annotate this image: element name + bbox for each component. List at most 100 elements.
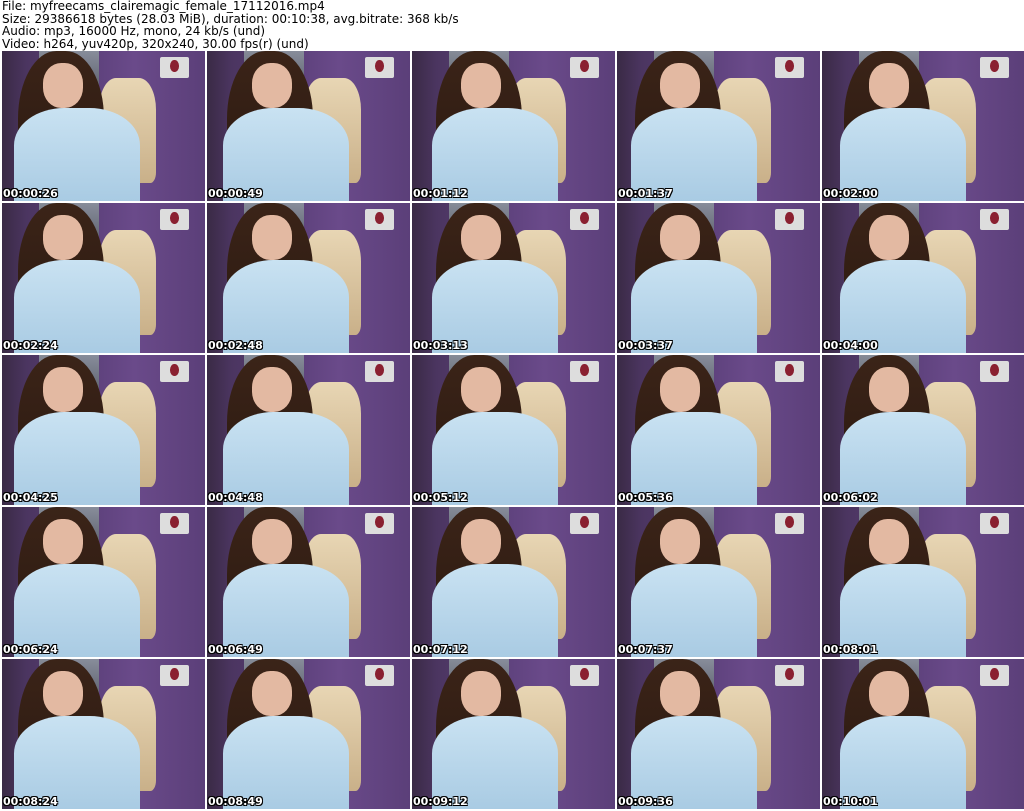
timestamp: 00:02:00 xyxy=(823,187,878,200)
timestamp: 00:05:36 xyxy=(618,491,673,504)
shelf-flower xyxy=(160,361,189,382)
person-face xyxy=(251,519,293,564)
video-frame-thumbnail: 00:01:37 xyxy=(617,51,820,201)
timestamp: 00:04:00 xyxy=(823,339,878,352)
video-frame-thumbnail: 00:08:49 xyxy=(207,659,410,809)
shelf-flower xyxy=(570,361,599,382)
audio-info: Audio: mp3, 16000 Hz, mono, 24 kb/s (und… xyxy=(2,24,266,38)
person-face xyxy=(42,63,84,108)
person-face xyxy=(251,367,293,412)
video-info: Video: h264, yuv420p, 320x240, 30.00 fps… xyxy=(2,36,309,51)
video-frame-thumbnail: 00:06:49 xyxy=(207,507,410,657)
video-frame-thumbnail: 00:01:12 xyxy=(412,51,615,201)
shelf-flower xyxy=(980,665,1009,686)
timestamp: 00:02:48 xyxy=(208,339,263,352)
person-face xyxy=(659,215,701,260)
shelf-flower xyxy=(775,665,804,686)
timestamp: 00:07:37 xyxy=(618,643,673,656)
video-frame-thumbnail: 00:03:13 xyxy=(412,203,615,353)
shelf-flower xyxy=(365,665,394,686)
person-face xyxy=(460,63,502,108)
shelf-flower xyxy=(775,57,804,78)
person-face xyxy=(868,215,910,260)
timestamp: 00:09:36 xyxy=(618,795,673,808)
shelf-flower xyxy=(775,513,804,534)
timestamp: 00:09:12 xyxy=(413,795,468,808)
person-face xyxy=(251,63,293,108)
shelf-flower xyxy=(365,513,394,534)
video-frame-thumbnail: 00:04:48 xyxy=(207,355,410,505)
shelf-flower xyxy=(980,361,1009,382)
timestamp: 00:08:49 xyxy=(208,795,263,808)
person-face xyxy=(42,671,84,716)
shelf-flower xyxy=(980,57,1009,78)
timestamp: 00:08:01 xyxy=(823,643,878,656)
video-frame-thumbnail: 00:09:36 xyxy=(617,659,820,809)
shelf-flower xyxy=(570,665,599,686)
video-frame-thumbnail: 00:02:24 xyxy=(2,203,205,353)
person-face xyxy=(868,519,910,564)
video-frame-thumbnail: 00:09:12 xyxy=(412,659,615,809)
timestamp: 00:07:12 xyxy=(413,643,468,656)
video-frame-thumbnail: 00:02:00 xyxy=(822,51,1024,201)
timestamp: 00:01:37 xyxy=(618,187,673,200)
thumbnail-grid: 00:00:26 00:00:49 00:01:12 00:01:37 00:02:00… xyxy=(2,51,1024,809)
shelf-flower xyxy=(365,209,394,230)
person-face xyxy=(251,671,293,716)
person-face xyxy=(868,671,910,716)
person-face xyxy=(460,671,502,716)
timestamp: 00:00:49 xyxy=(208,187,263,200)
timestamp: 00:04:48 xyxy=(208,491,263,504)
video-frame-thumbnail: 00:04:00 xyxy=(822,203,1024,353)
shelf-flower xyxy=(365,57,394,78)
person-face xyxy=(659,63,701,108)
shelf-flower xyxy=(160,209,189,230)
shelf-flower xyxy=(775,209,804,230)
shelf-flower xyxy=(160,57,189,78)
person-face xyxy=(868,63,910,108)
video-frame-thumbnail: 00:06:02 xyxy=(822,355,1024,505)
person-face xyxy=(460,215,502,260)
video-frame-thumbnail: 00:05:12 xyxy=(412,355,615,505)
video-frame-thumbnail: 00:03:37 xyxy=(617,203,820,353)
video-frame-thumbnail: 00:08:01 xyxy=(822,507,1024,657)
shelf-flower xyxy=(160,665,189,686)
video-frame-thumbnail: 00:00:26 xyxy=(2,51,205,201)
person-face xyxy=(42,519,84,564)
timestamp: 00:10:01 xyxy=(823,795,878,808)
timestamp: 00:04:25 xyxy=(3,491,58,504)
shelf-flower xyxy=(570,513,599,534)
person-face xyxy=(251,215,293,260)
video-frame-thumbnail: 00:04:25 xyxy=(2,355,205,505)
person-face xyxy=(460,367,502,412)
timestamp: 00:01:12 xyxy=(413,187,468,200)
shelf-flower xyxy=(570,57,599,78)
video-frame-thumbnail: 00:00:49 xyxy=(207,51,410,201)
timestamp: 00:02:24 xyxy=(3,339,58,352)
shelf-flower xyxy=(570,209,599,230)
video-frame-thumbnail: 00:06:24 xyxy=(2,507,205,657)
person-face xyxy=(659,519,701,564)
video-frame-thumbnail: 00:02:48 xyxy=(207,203,410,353)
file-name: File: myfreecams_clairemagic_female_1711… xyxy=(2,0,325,13)
video-frame-thumbnail: 00:08:24 xyxy=(2,659,205,809)
timestamp: 00:03:37 xyxy=(618,339,673,352)
timestamp: 00:06:24 xyxy=(3,643,58,656)
shelf-flower xyxy=(365,361,394,382)
shelf-flower xyxy=(980,209,1009,230)
person-face xyxy=(42,367,84,412)
file-info-header: File: myfreecams_clairemagic_female_1711… xyxy=(2,0,459,50)
timestamp: 00:06:49 xyxy=(208,643,263,656)
timestamp: 00:08:24 xyxy=(3,795,58,808)
shelf-flower xyxy=(160,513,189,534)
person-face xyxy=(42,215,84,260)
timestamp: 00:03:13 xyxy=(413,339,468,352)
person-face xyxy=(460,519,502,564)
timestamp: 00:06:02 xyxy=(823,491,878,504)
person-face xyxy=(659,367,701,412)
shelf-flower xyxy=(775,361,804,382)
video-frame-thumbnail: 00:07:37 xyxy=(617,507,820,657)
person-face xyxy=(659,671,701,716)
person-face xyxy=(868,367,910,412)
video-frame-thumbnail: 00:07:12 xyxy=(412,507,615,657)
